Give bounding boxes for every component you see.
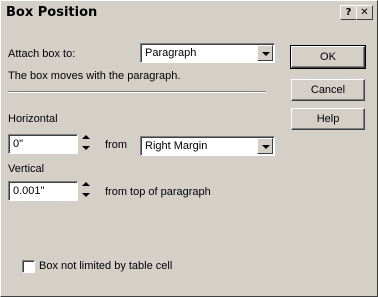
- help-icon[interactable]: ?: [340, 5, 357, 20]
- spin-down-icon[interactable]: [79, 190, 93, 200]
- title-bar[interactable]: Box Position ? ✕: [3, 3, 375, 23]
- horizontal-from-value: Right Margin: [145, 140, 208, 152]
- chevron-down-icon[interactable]: [257, 45, 273, 61]
- horizontal-spinner[interactable]: [79, 133, 93, 153]
- horizontal-from-dropdown[interactable]: Right Margin: [140, 136, 275, 156]
- attach-label-text: Attach box to:: [8, 48, 76, 60]
- attach-description: The box moves with the paragraph.: [8, 70, 181, 82]
- vertical-value: 0.001": [13, 185, 45, 197]
- ok-button[interactable]: OK: [290, 45, 366, 69]
- horizontal-label: Horizontal: [8, 113, 58, 125]
- horizontal-from-label: from: [105, 139, 127, 151]
- cancel-button[interactable]: Cancel: [291, 79, 365, 101]
- vertical-from-label: from top of paragraph: [105, 186, 211, 198]
- close-icon[interactable]: ✕: [356, 5, 373, 20]
- attach-dropdown-value: Paragraph: [145, 47, 197, 59]
- vertical-label: Vertical: [8, 163, 45, 175]
- box-position-dialog: Box Position ? ✕ Attach box to: Paragrap…: [0, 0, 378, 297]
- attach-dropdown[interactable]: Paragraph: [140, 43, 275, 63]
- spin-up-icon[interactable]: [79, 180, 93, 190]
- chevron-down-icon[interactable]: [257, 138, 273, 154]
- horizontal-input[interactable]: 0": [8, 134, 78, 154]
- separator: [8, 91, 266, 93]
- spin-up-icon[interactable]: [79, 133, 93, 143]
- horizontal-value: 0": [13, 138, 24, 150]
- vertical-spinner[interactable]: [79, 180, 93, 200]
- spin-down-icon[interactable]: [79, 143, 93, 153]
- help-button[interactable]: Help: [291, 108, 365, 130]
- table-cell-checkbox-label[interactable]: Box not limited by table cell: [39, 260, 172, 272]
- attach-label: Attach box to:: [8, 48, 75, 60]
- vertical-input[interactable]: 0.001": [8, 181, 78, 201]
- dialog-title: Box Position: [6, 5, 98, 20]
- table-cell-checkbox[interactable]: [22, 260, 35, 273]
